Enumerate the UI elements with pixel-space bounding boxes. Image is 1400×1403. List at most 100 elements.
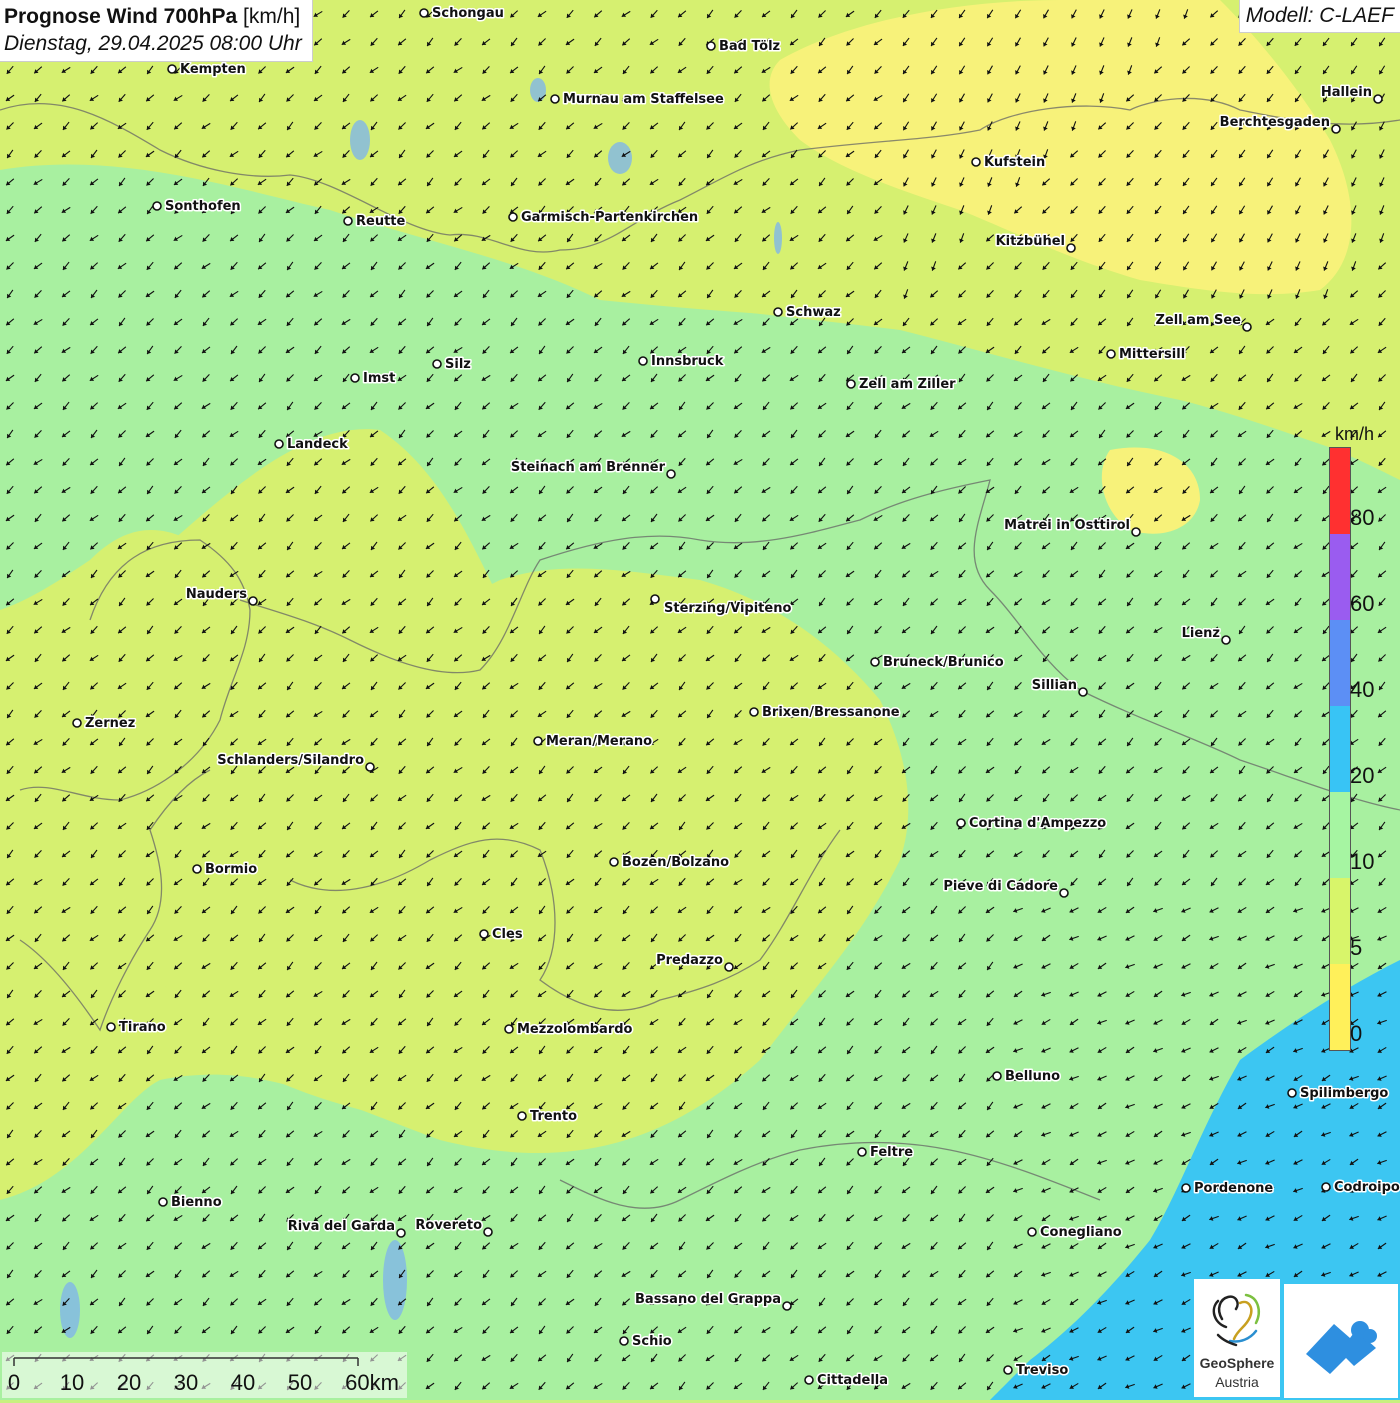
city-dot[interactable] [504,1024,514,1034]
city-marker[interactable]: Murnau am Staffelsee [550,91,725,109]
scale-tick-label: 0 [7,1370,21,1395]
city-dot[interactable] [1331,124,1341,134]
city-dot[interactable] [343,216,353,226]
city-dot[interactable] [432,359,442,369]
city-dot[interactable] [650,594,660,604]
city-dot[interactable] [609,857,619,867]
city-dot[interactable] [167,64,177,74]
city-marker[interactable]: Meran/Merano [533,733,654,751]
scale-tick-label: 40 [230,1370,256,1395]
city-dot[interactable] [365,762,375,772]
city-label: Kufstein [984,155,1045,170]
city-dot[interactable] [1066,243,1076,253]
title-line: Prognose Wind 700hPa [km/h] [4,3,302,30]
city-label: Pieve di Cadore [943,879,1058,894]
city-marker[interactable]: Garmisch-Partenkirchen [508,209,700,227]
city-dot[interactable] [870,657,880,667]
city-marker[interactable]: Mittersill [1106,346,1187,364]
geosphere-logo[interactable]: GeoSphere Austria [1194,1279,1280,1397]
city-marker[interactable]: Bozen/Bolzano [609,854,731,872]
city-dot[interactable] [1059,888,1069,898]
city-dot[interactable] [1106,349,1116,359]
city-marker[interactable]: Bruneck/Brunico [870,654,1005,672]
legend-segment [1330,620,1350,706]
city-dot[interactable] [782,1301,792,1311]
city-dot[interactable] [971,157,981,167]
city-marker[interactable]: Codroipo [1321,1179,1400,1197]
city-dot[interactable] [638,356,648,366]
model-label: Modell: C-LAEF [1238,0,1400,33]
city-dot[interactable] [1221,635,1231,645]
city-dot[interactable] [1181,1183,1191,1193]
city-dot[interactable] [106,1022,116,1032]
city-dot[interactable] [350,373,360,383]
city-marker[interactable]: Pordenone [1181,1180,1275,1198]
city-label: Lienz [1182,626,1220,641]
city-dot[interactable] [274,439,284,449]
city-dot[interactable] [72,718,82,728]
city-dot[interactable] [857,1147,867,1157]
city-dot[interactable] [1373,94,1383,104]
city-dot[interactable] [1003,1365,1013,1375]
city-marker[interactable]: Mezzolombardo [504,1021,634,1039]
city-dot[interactable] [956,818,966,828]
city-marker[interactable]: Cortina d'Ampezzo [956,815,1108,833]
city-dot[interactable] [846,379,856,389]
city-marker[interactable]: Conegliano [1027,1224,1123,1242]
city-dot[interactable] [1027,1227,1037,1237]
city-dot[interactable] [706,41,716,51]
city-dot[interactable] [619,1336,629,1346]
lake-starnberg [608,142,632,174]
forecast-datetime: Dienstag, 29.04.2025 08:00 Uhr [4,32,302,55]
city-label: Cortina d'Ampezzo [969,816,1106,831]
city-dot[interactable] [483,1227,493,1237]
city-label: Conegliano [1040,1225,1122,1240]
city-dot[interactable] [419,8,429,18]
city-dot[interactable] [517,1111,527,1121]
city-dot[interactable] [396,1228,406,1238]
city-dot[interactable] [550,94,560,104]
wind-map[interactable]: Schongau Bad Tölz Kempten Murnau am Staffel… [0,0,1400,1400]
city-dot[interactable] [533,736,543,746]
city-marker[interactable]: Spilimbergo [1287,1085,1390,1103]
city-dot[interactable] [248,596,258,606]
legend-segment [1330,964,1350,1050]
legend-tick-label: 20 [1350,763,1375,788]
city-dot[interactable] [1242,322,1252,332]
legend-segment [1330,534,1350,620]
city-label: Brixen/Bressanone [762,705,900,720]
city-dot[interactable] [724,962,734,972]
city-marker[interactable]: Cittadella [804,1372,890,1390]
city-dot[interactable] [152,201,162,211]
city-dot[interactable] [508,212,518,222]
city-label: Hallein [1321,85,1372,100]
city-label: Spilimbergo [1300,1086,1388,1101]
city-marker[interactable]: Innsbruck [638,353,725,371]
city-marker[interactable]: Kempten [167,61,247,79]
city-marker[interactable]: Schongau [419,5,505,23]
city-dot[interactable] [1287,1088,1297,1098]
city-dot[interactable] [773,307,783,317]
city-dot[interactable] [749,707,759,717]
city-dot[interactable] [158,1197,168,1207]
app-badge[interactable] [1284,1284,1398,1398]
city-label: Kitzbühel [996,234,1065,249]
city-marker[interactable]: Sonthofen [152,198,242,216]
lake-forggensee [350,120,370,160]
city-dot[interactable] [804,1375,814,1385]
city-marker[interactable]: Zell am Ziller [846,376,958,394]
scale-bar-line [13,1357,359,1366]
city-dot[interactable] [192,864,202,874]
legend-tick-label: 80 [1350,505,1375,530]
city-dot[interactable] [1321,1182,1331,1192]
city-dot[interactable] [1131,527,1141,537]
city-dot[interactable] [479,929,489,939]
map-title: Prognose Wind 700hPa [4,5,238,28]
city-dot[interactable] [992,1071,1002,1081]
lake-garda [383,1240,407,1320]
logo-line-2: Austria [1215,1374,1259,1390]
city-label: Steinach am Brenner [511,460,666,475]
city-dot[interactable] [1078,687,1088,697]
city-dot[interactable] [666,469,676,479]
city-marker[interactable]: Brixen/Bressanone [749,704,901,722]
